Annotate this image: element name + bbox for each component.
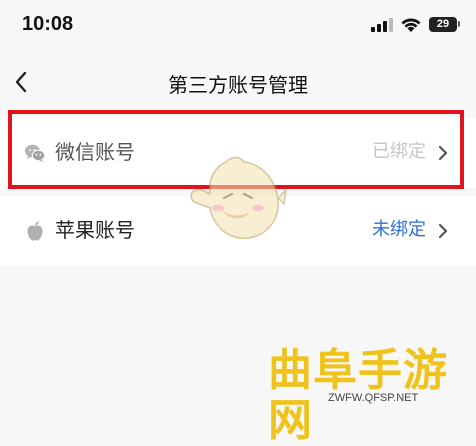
mascot-watermark-icon (190, 156, 287, 239)
cellular-signal-icon (371, 18, 393, 32)
wifi-icon (401, 18, 421, 32)
battery-level: 29 (436, 18, 450, 30)
apple-icon (27, 221, 43, 241)
status-time: 10:08 (22, 13, 74, 35)
apple-bind-status: 未绑定 (372, 219, 426, 240)
watermark-url-text: ZWFW.QFSP.NET (328, 392, 419, 404)
apple-account-label: 苹果账号 (55, 218, 135, 242)
page-title: 第三方账号管理 (168, 73, 308, 97)
chevron-right-icon (438, 223, 448, 239)
nav-bar: 第三方账号管理 (0, 56, 476, 108)
battery-cap (458, 21, 460, 27)
status-bar: 10:08 29 (0, 0, 476, 52)
